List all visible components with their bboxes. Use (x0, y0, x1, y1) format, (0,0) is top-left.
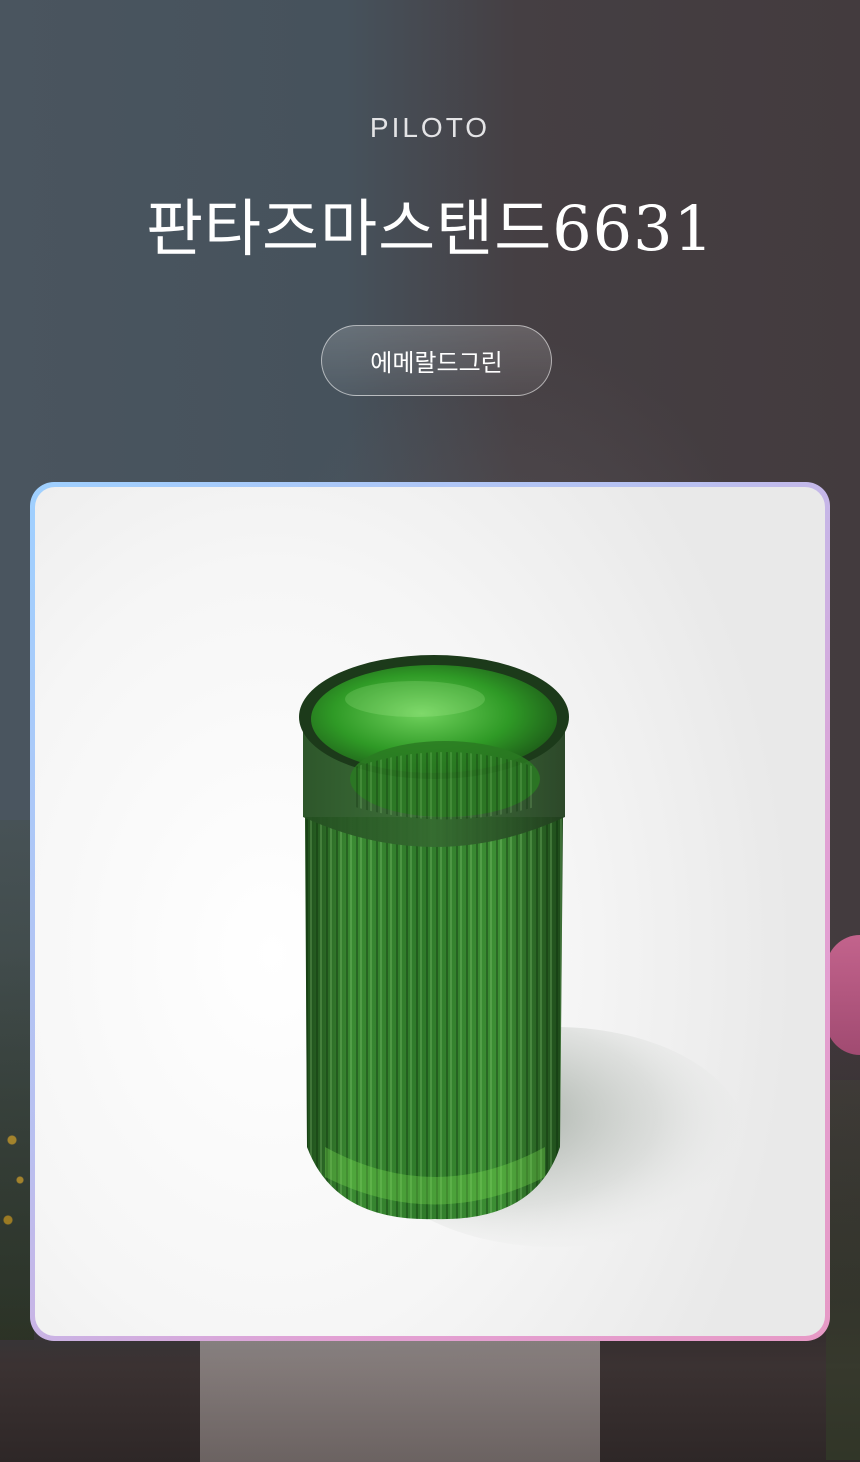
product-image-panel (35, 487, 825, 1336)
product-card (30, 482, 830, 1341)
product-image (299, 655, 745, 1247)
color-variant-label: 에메랄드그린 (370, 349, 503, 377)
color-variant-button[interactable]: 에메랄드그린 (321, 325, 552, 396)
product-title: 판타즈마스탠드6631 (145, 192, 715, 265)
background-plant-right (826, 1080, 860, 1460)
background-pink-bowl (826, 935, 860, 1055)
background-plant-left (0, 820, 34, 1340)
vase-inner-ribs (355, 752, 535, 820)
brand-name: PILOTO (369, 112, 491, 143)
vase-rim-gloss (345, 681, 485, 717)
background-plinth (200, 1330, 600, 1462)
